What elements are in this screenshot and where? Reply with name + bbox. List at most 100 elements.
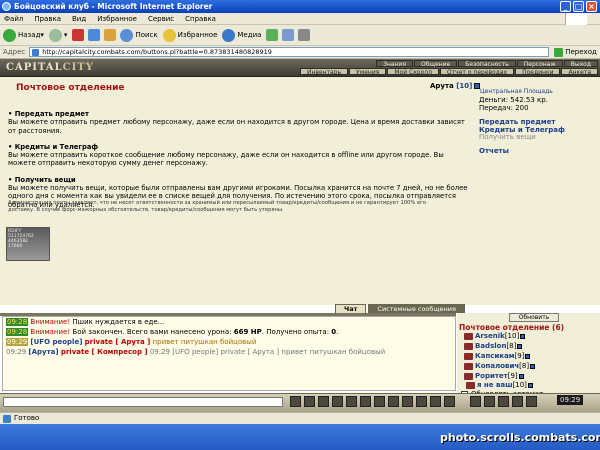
home-icon[interactable] (104, 29, 117, 41)
go-arrow-icon (554, 47, 564, 57)
browser-toolbar: Назад ▾ ▾ Поиск Избранное Медиа (0, 25, 600, 46)
nav-exit[interactable]: Выход (563, 60, 598, 68)
translit-icon[interactable] (360, 396, 371, 407)
info-icon[interactable] (525, 353, 531, 359)
chat-log: 09:28 Внимание! Пшик нуждается в еде... … (2, 316, 456, 391)
section-send-item: • Передать предмет Вы можете отправить п… (8, 110, 468, 135)
minimize-button[interactable]: _ (560, 1, 571, 12)
online-user[interactable]: я не ваш [10] (466, 381, 533, 389)
refresh-icon[interactable] (88, 29, 101, 41)
filter-icon[interactable] (332, 396, 343, 407)
chat-sender[interactable]: [UFO people] (30, 338, 82, 346)
nav-battles[interactable]: Поединки (515, 68, 561, 76)
menu-favorites[interactable]: Избранное (97, 15, 137, 23)
chat-line: 09:29 [UFO people] private [ Арута ] при… (6, 338, 257, 346)
section-title: • Получить вещи (8, 175, 76, 184)
search-button[interactable]: Поиск (120, 28, 158, 42)
section-credits: • Кредиты и Телеграф Вы можете отправить… (8, 143, 468, 168)
refresh-button[interactable]: Обновить (509, 313, 559, 322)
info-icon[interactable] (520, 333, 526, 339)
party-icon[interactable] (512, 396, 523, 407)
chat-sender[interactable]: [Арута] (28, 348, 58, 356)
stop-icon[interactable] (72, 29, 85, 41)
inventory-icon[interactable] (416, 396, 427, 407)
player-name[interactable]: Арута [10] (430, 82, 481, 90)
nav-transfer-report[interactable]: Отчет о переводах (439, 68, 515, 76)
chat-line: 09:29 [Арута] private [ Компресор ] 09:2… (6, 348, 386, 356)
menu-edit[interactable]: Правка (34, 15, 61, 23)
scroll-icon[interactable] (374, 396, 385, 407)
tab-system-messages[interactable]: Системные сообщения (368, 304, 465, 313)
clan-icon (464, 352, 473, 360)
nav-chat[interactable]: Общение (413, 60, 458, 68)
page-title: Почтовое отделение (16, 83, 125, 93)
online-user[interactable]: Копалович [8] (464, 362, 536, 370)
star-icon (162, 28, 176, 42)
favorites-button[interactable]: Избранное (162, 28, 217, 42)
tab-chat[interactable]: Чат (335, 304, 367, 313)
close-button[interactable]: × (586, 1, 597, 12)
online-user[interactable]: Badslon [8] (464, 342, 523, 350)
menu-help[interactable]: Справка (185, 15, 216, 23)
maximize-button[interactable]: □ (573, 1, 584, 12)
exit-icon[interactable] (526, 396, 537, 407)
online-title: Почтовое отделение (6) (459, 323, 565, 332)
history-icon[interactable] (266, 29, 279, 41)
contacts-icon[interactable] (346, 396, 357, 407)
clan-icon (464, 372, 473, 380)
window-title: Бойцовский клуб - Microsoft Internet Exp… (14, 2, 213, 11)
link-send-item[interactable]: Передать предмет (479, 118, 555, 126)
chat-input[interactable] (3, 397, 283, 407)
nav-knowledge[interactable]: Знания (376, 60, 413, 68)
address-input[interactable]: http://capitalcity.combats.com/buttons.p… (29, 47, 550, 57)
info-icon[interactable] (527, 382, 533, 388)
game-nav-bottom: Инвентарь Умения Мой Скролл Отчет о пере… (299, 68, 598, 76)
address-label: Адрес (3, 48, 26, 56)
back-button[interactable]: Назад ▾ (3, 28, 44, 42)
info-icon[interactable] (517, 343, 523, 349)
clear-icon[interactable] (304, 396, 315, 407)
mail-icon[interactable] (282, 29, 295, 41)
nav-profile[interactable]: Анкета (561, 68, 598, 76)
help-icon[interactable] (444, 396, 455, 407)
nav-inventory[interactable]: Инвентарь (299, 68, 349, 76)
media-button[interactable]: Медиа (222, 28, 261, 42)
smiles-icon[interactable] (318, 396, 329, 407)
link-get-items[interactable]: Получить вещи (479, 133, 536, 141)
clan-icon (464, 342, 473, 350)
address-bar: Адрес http://capitalcity.combats.com/but… (0, 46, 600, 59)
search-icon (120, 28, 134, 42)
section-text: Вы можете отправить предмет любому персо… (8, 118, 465, 135)
section-title: • Передать предмет (8, 110, 89, 118)
map-icon[interactable] (402, 396, 413, 407)
go-button[interactable]: Переход (554, 47, 597, 57)
mail-icon[interactable] (470, 396, 481, 407)
nav-character[interactable]: Персонаж (516, 60, 563, 68)
send-icon[interactable] (290, 396, 301, 407)
nav-security[interactable]: Безопасность (458, 60, 516, 68)
settings-icon[interactable] (430, 396, 441, 407)
admin-notice: Администрация почты заявляет, что не нес… (8, 200, 427, 213)
menu-tools[interactable]: Сервис (148, 15, 174, 23)
game-clock: 09:29 (557, 395, 584, 405)
chat-line: 09:28 Внимание! Пшик нуждается в еде... (6, 318, 165, 326)
online-user[interactable]: Капсикам [9] (464, 352, 531, 360)
visit-counter: RDIFY 511724762 4463582 17660 (6, 227, 50, 261)
menu-view[interactable]: Вид (72, 15, 86, 23)
info-icon[interactable] (518, 373, 524, 379)
sword-icon[interactable] (484, 396, 495, 407)
link-reports[interactable]: Отчеты (479, 147, 509, 155)
nav-skills[interactable]: Умения (349, 68, 387, 76)
info-icon[interactable] (530, 363, 536, 369)
sound-icon[interactable] (388, 396, 399, 407)
windows-logo-icon (565, 13, 587, 25)
watermark: photo.scrolls.combats.com (440, 431, 600, 444)
online-user[interactable]: Arsenik [10] (464, 332, 526, 340)
nav-my-scroll[interactable]: Мой Скролл (387, 68, 439, 76)
menu-file[interactable]: Файл (4, 15, 23, 23)
shield-icon[interactable] (498, 396, 509, 407)
print-icon[interactable] (298, 29, 311, 41)
online-user[interactable]: Роритет [9] (464, 372, 524, 380)
clan-icon (464, 332, 473, 340)
forward-button[interactable]: ▾ (48, 28, 67, 42)
